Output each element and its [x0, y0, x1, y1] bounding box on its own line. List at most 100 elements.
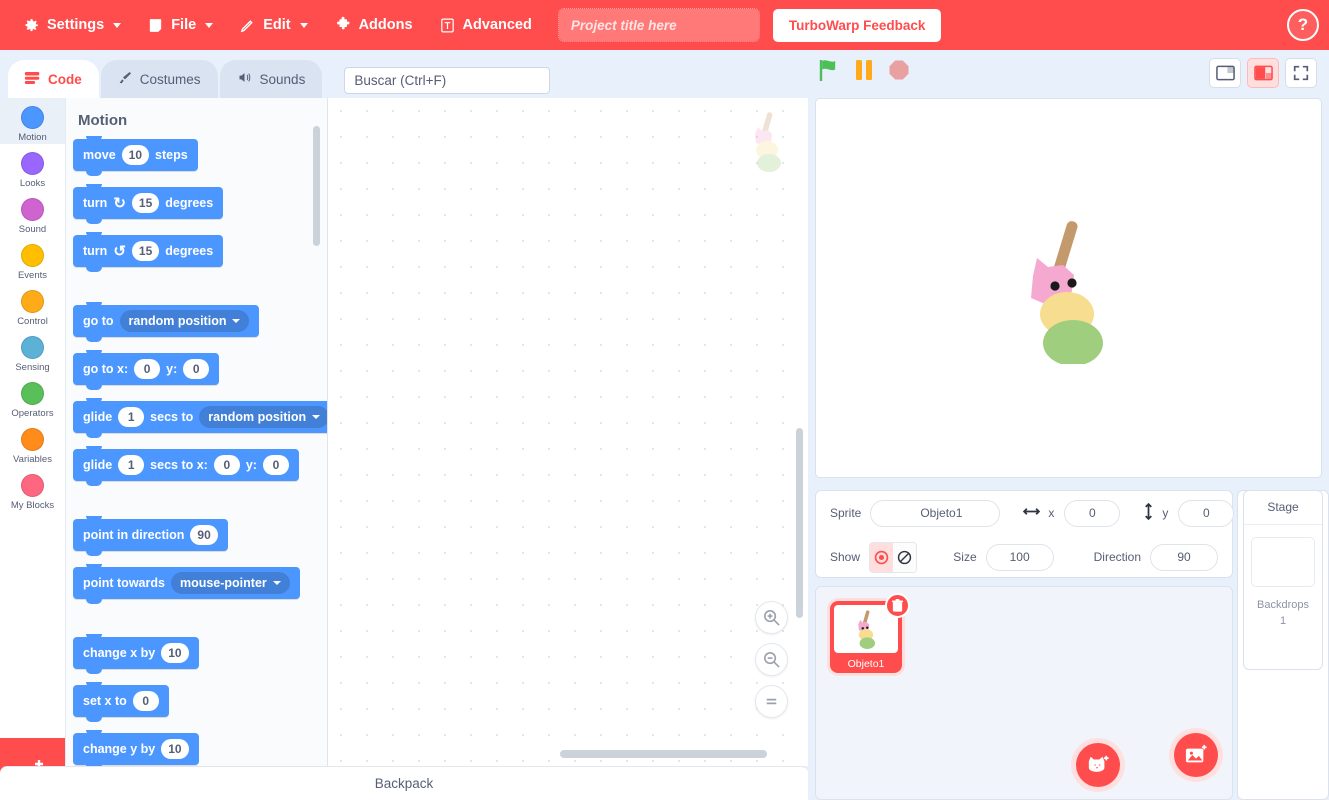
- x-label: x: [1048, 506, 1055, 520]
- y-label: y: [1162, 506, 1169, 520]
- category-control[interactable]: Control: [0, 282, 65, 328]
- block-dropdown[interactable]: random position: [119, 310, 250, 332]
- rotation-direction-icon: ↺: [113, 242, 126, 260]
- category-color-dot: [21, 382, 44, 405]
- motion-block[interactable]: go to random position: [73, 302, 260, 342]
- code-workspace[interactable]: [328, 98, 808, 766]
- block-label: point in direction: [83, 528, 185, 542]
- block-number-input[interactable]: 1: [118, 407, 145, 427]
- menu-bar: Settings File Edit Addons Advanced Turbo…: [0, 0, 1329, 50]
- direction-input[interactable]: [1150, 543, 1218, 571]
- category-color-dot: [21, 428, 44, 451]
- block-number-input[interactable]: 10: [161, 739, 189, 759]
- category-motion[interactable]: Motion: [0, 98, 65, 144]
- block-number-input[interactable]: 0: [213, 455, 240, 475]
- stage[interactable]: [815, 98, 1322, 478]
- file-icon: [147, 17, 164, 34]
- motion-block[interactable]: glide 1 secs to x: 0 y: 0: [73, 446, 299, 486]
- menu-edit[interactable]: Edit: [226, 0, 320, 50]
- motion-block[interactable]: turn ↺ 15 degrees: [73, 232, 224, 272]
- small-stage-button[interactable]: [1209, 58, 1241, 88]
- category-sound[interactable]: Sound: [0, 190, 65, 236]
- block-number-input[interactable]: 90: [190, 525, 218, 545]
- green-flag-icon[interactable]: [818, 58, 840, 82]
- tab-costumes[interactable]: Costumes: [100, 60, 218, 98]
- y-input[interactable]: [1178, 499, 1235, 527]
- project-title-input[interactable]: [557, 8, 760, 42]
- category-my-blocks[interactable]: My Blocks: [0, 466, 65, 512]
- category-label: Control: [17, 316, 48, 327]
- block-number-input[interactable]: 0: [183, 359, 210, 379]
- menu-advanced[interactable]: Advanced: [426, 0, 545, 50]
- pause-icon[interactable]: [854, 58, 874, 82]
- menu-addons[interactable]: Addons: [321, 0, 426, 50]
- menu-settings[interactable]: Settings: [10, 0, 134, 50]
- category-sensing[interactable]: Sensing: [0, 328, 65, 374]
- sprite-watermark: [744, 110, 790, 177]
- block-dropdown[interactable]: random position: [199, 406, 327, 428]
- stop-icon[interactable]: [888, 59, 910, 81]
- motion-block[interactable]: move 10 steps: [73, 136, 198, 176]
- category-looks[interactable]: Looks: [0, 144, 65, 190]
- size-input[interactable]: [985, 543, 1054, 571]
- sprite-name-input[interactable]: [870, 499, 1001, 527]
- backpack-bar[interactable]: Backpack: [0, 766, 808, 800]
- block-number-input[interactable]: 15: [131, 193, 160, 213]
- workspace-vertical-scrollbar[interactable]: [796, 428, 803, 618]
- block-palette[interactable]: Motion move 10 steps turn ↻ 15 degrees turn ↺ 15 d…: [66, 98, 328, 800]
- backdrop-thumbnail[interactable]: [1251, 537, 1315, 587]
- sprite-info-row-bottom: Show Size Direction: [816, 535, 1232, 579]
- stage-sprite-objeto1[interactable]: [1011, 214, 1131, 369]
- motion-block[interactable]: change x by 10: [73, 634, 199, 674]
- block-number-input[interactable]: 15: [131, 241, 160, 261]
- workspace-horizontal-scrollbar[interactable]: [560, 750, 767, 758]
- zoom-out-button[interactable]: [755, 643, 788, 676]
- block-label: glide: [83, 410, 113, 424]
- chevron-down-icon: [232, 319, 241, 323]
- motion-block[interactable]: go to x: 0 y: 0: [73, 350, 220, 390]
- show-visible-button[interactable]: [870, 542, 894, 572]
- block-number-input[interactable]: 10: [121, 145, 150, 165]
- motion-block[interactable]: set x to 0: [73, 682, 169, 722]
- motion-block[interactable]: glide 1 secs to random position: [73, 398, 327, 438]
- delete-sprite-button[interactable]: [885, 593, 910, 618]
- category-list: Motion Looks Sound Events Control Sensing Oper…: [0, 98, 66, 800]
- block-number-input[interactable]: 0: [134, 359, 161, 379]
- category-label: Variables: [13, 454, 52, 465]
- fullscreen-button[interactable]: [1285, 58, 1317, 88]
- tab-code[interactable]: Code: [8, 60, 99, 98]
- block-number-input[interactable]: 0: [132, 691, 159, 711]
- block-number-input[interactable]: 10: [161, 643, 189, 663]
- show-hidden-button[interactable]: [893, 542, 917, 572]
- help-button[interactable]: ?: [1287, 9, 1319, 41]
- motion-block[interactable]: turn ↻ 15 degrees: [73, 184, 224, 224]
- category-operators[interactable]: Operators: [0, 374, 65, 420]
- tab-row: Code Costumes Sounds: [0, 50, 1329, 98]
- x-input[interactable]: [1064, 499, 1121, 527]
- category-variables[interactable]: Variables: [0, 420, 65, 466]
- add-sprite-button[interactable]: [1076, 743, 1120, 787]
- large-stage-button[interactable]: [1247, 58, 1279, 88]
- motion-block[interactable]: point in direction 90: [73, 516, 228, 556]
- add-backdrop-button[interactable]: [1174, 733, 1218, 777]
- block-number-input[interactable]: 1: [118, 455, 145, 475]
- tab-costumes-label: Costumes: [139, 71, 201, 87]
- tab-sounds[interactable]: Sounds: [219, 60, 323, 98]
- turbowarp-feedback-button[interactable]: TurboWarp Feedback: [772, 8, 942, 42]
- motion-block[interactable]: point towards mouse-pointer: [73, 564, 300, 604]
- chevron-down-icon: [113, 22, 122, 28]
- category-events[interactable]: Events: [0, 236, 65, 282]
- search-input[interactable]: [344, 67, 551, 94]
- stage-selector[interactable]: Stage Backdrops 1: [1243, 490, 1323, 670]
- block-label: degrees: [165, 244, 214, 258]
- backdrops-count: 1: [1279, 615, 1287, 627]
- zoom-in-button[interactable]: [755, 601, 788, 634]
- block-number-input[interactable]: 0: [262, 455, 289, 475]
- puzzle-icon: [334, 16, 352, 34]
- sprite-card-objeto1[interactable]: Objeto1: [830, 593, 910, 673]
- block-dropdown[interactable]: mouse-pointer: [170, 572, 290, 594]
- palette-scrollbar[interactable]: [313, 126, 320, 246]
- motion-block[interactable]: change y by 10: [73, 730, 199, 770]
- zoom-reset-button[interactable]: [755, 685, 788, 718]
- menu-file[interactable]: File: [134, 0, 226, 50]
